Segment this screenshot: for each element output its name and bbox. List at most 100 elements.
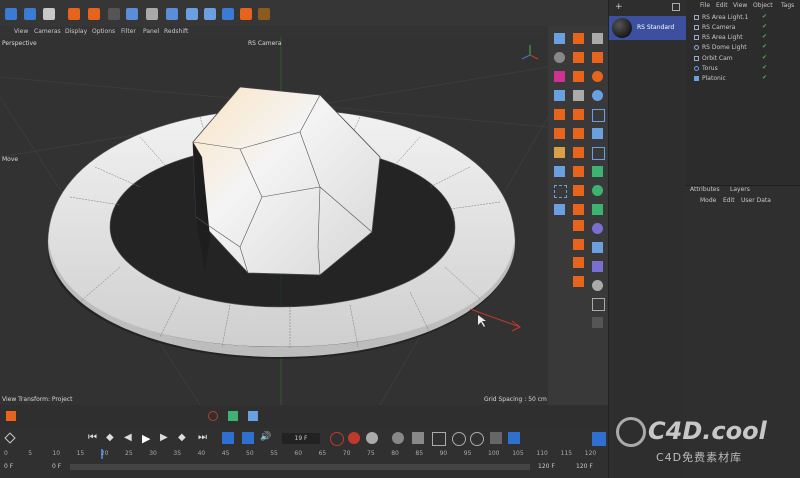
cube-icon[interactable] <box>43 8 55 20</box>
play-render-icon[interactable] <box>108 8 120 20</box>
material-icon[interactable] <box>240 8 252 20</box>
current-frame-field[interactable]: 19 F <box>282 433 320 444</box>
tools-icon[interactable] <box>146 8 158 20</box>
knife-icon[interactable] <box>592 317 603 328</box>
cone-icon[interactable] <box>554 128 565 139</box>
attr-menu-edit[interactable]: Edit <box>723 197 735 204</box>
motion-icon[interactable] <box>490 432 502 444</box>
link-icon[interactable] <box>573 239 584 250</box>
gear-icon[interactable] <box>554 109 565 120</box>
offset-frame-field[interactable]: 0 F <box>52 463 61 470</box>
check-icon[interactable]: ✔ <box>762 23 767 30</box>
object-row[interactable]: RS Area Light ✔ <box>686 33 800 43</box>
triangle-icon[interactable] <box>573 147 584 158</box>
object-row[interactable]: RS Area Light.1 ✔ <box>686 13 800 23</box>
material-swatch[interactable]: RS Standard <box>609 16 687 40</box>
autokey-button[interactable] <box>348 432 360 444</box>
om-menu-file[interactable]: File <box>700 2 710 9</box>
s-icon[interactable] <box>592 71 603 82</box>
sound-icon[interactable]: 🔊 <box>260 432 272 444</box>
next-frame-button[interactable]: ▶ <box>160 432 172 444</box>
checker-icon[interactable] <box>573 257 584 268</box>
next-key-button[interactable]: ◆ <box>178 432 190 444</box>
om-menu-view[interactable]: View <box>733 2 747 9</box>
symmetry-icon[interactable] <box>554 71 565 82</box>
brick-icon[interactable] <box>573 220 584 231</box>
render-view-icon[interactable] <box>258 8 270 20</box>
add-material-icon[interactable]: + <box>615 3 623 12</box>
3d-viewport[interactable]: Perspective RS Camera Move View Transfor… <box>0 37 548 405</box>
key-rotation-button[interactable] <box>412 432 424 444</box>
move-icon[interactable] <box>24 8 36 20</box>
sweep-icon[interactable] <box>592 223 603 234</box>
go-to-start-button[interactable]: ⏮ <box>88 432 100 444</box>
sphere-icon[interactable] <box>554 52 565 63</box>
loop-button[interactable] <box>222 432 234 444</box>
play-button[interactable]: ▶ <box>142 432 154 445</box>
key-scale-button[interactable] <box>432 432 446 446</box>
menu-panel[interactable]: Panel <box>143 28 159 35</box>
camera-label[interactable]: RS Camera <box>248 40 281 47</box>
light-icon[interactable] <box>222 8 234 20</box>
check-icon[interactable]: ✔ <box>762 33 767 40</box>
object-row[interactable]: Platonic ✔ <box>686 74 800 84</box>
key-position-button[interactable] <box>392 432 404 444</box>
bend-icon[interactable] <box>554 166 565 177</box>
fracture-icon[interactable] <box>592 204 603 215</box>
keyframe-mode-button[interactable] <box>242 432 254 444</box>
disc-icon[interactable] <box>592 90 603 101</box>
text-icon[interactable] <box>592 147 605 160</box>
boole-icon[interactable] <box>573 52 584 63</box>
menu-cameras[interactable]: Cameras <box>34 28 61 35</box>
tab-layers[interactable]: Layers <box>730 186 750 193</box>
object-row[interactable]: Torus ✔ <box>686 64 800 74</box>
p-icon[interactable] <box>228 411 238 421</box>
trash-icon[interactable] <box>672 3 680 11</box>
attr-menu-user-data[interactable]: User Data <box>741 197 771 204</box>
om-menu-tags[interactable]: Tags <box>781 2 794 9</box>
object-row[interactable]: RS Camera ✔ <box>686 23 800 33</box>
keyframe-settings-button[interactable] <box>366 432 378 444</box>
picture-viewer-icon[interactable] <box>186 8 198 20</box>
scheme-icon[interactable] <box>508 432 520 444</box>
cloner-icon[interactable] <box>592 185 603 196</box>
frame-ruler[interactable]: 0 5 10 15 20 25 30 35 40 45 50 55 60 65 70 75 80 85 90 95 10… <box>0 449 608 459</box>
check-icon[interactable]: ✔ <box>762 43 767 50</box>
live-selection-icon[interactable] <box>5 8 17 20</box>
plane-icon[interactable] <box>573 166 584 177</box>
camera-icon[interactable] <box>126 8 138 20</box>
extrude-icon[interactable] <box>573 33 584 44</box>
prev-key-button[interactable]: ◆ <box>106 432 118 444</box>
grid-array-icon[interactable] <box>554 90 565 101</box>
om-menu-object[interactable]: Object <box>753 2 773 9</box>
attr-menu-mode[interactable]: Mode <box>700 197 716 204</box>
end-frame-field[interactable]: 120 F <box>538 463 555 470</box>
key-pla-button[interactable] <box>470 432 484 446</box>
atom-icon[interactable] <box>573 90 584 101</box>
loft-icon[interactable] <box>592 242 603 253</box>
pentagon-icon[interactable] <box>573 185 584 196</box>
redshift-icon[interactable] <box>204 8 216 20</box>
check-icon[interactable]: ✔ <box>762 13 767 20</box>
prev-frame-button[interactable]: ◀ <box>124 432 136 444</box>
array-icon[interactable] <box>573 71 584 82</box>
cone-orange-icon[interactable] <box>573 276 584 287</box>
check-icon[interactable]: ✔ <box>762 64 767 71</box>
expand-icon[interactable] <box>592 33 603 44</box>
menu-redshift[interactable]: Redshift <box>164 28 188 35</box>
keyframe-icon[interactable] <box>4 432 16 444</box>
octagon-icon[interactable] <box>592 166 603 177</box>
box-icon[interactable] <box>554 147 565 158</box>
range-slider[interactable] <box>70 464 530 470</box>
polygon-icon[interactable] <box>554 204 565 215</box>
python-icon[interactable] <box>248 411 258 421</box>
landscape-icon[interactable] <box>573 204 584 215</box>
go-to-end-button[interactable]: ⏭ <box>198 432 210 444</box>
tab-attributes[interactable]: Attributes <box>690 186 720 193</box>
menu-view[interactable]: View <box>14 28 28 35</box>
object-row[interactable]: Orbit Cam ✔ <box>686 54 800 64</box>
object-row[interactable]: RS Dome Light ✔ <box>686 43 800 53</box>
menu-filter[interactable]: Filter <box>121 28 136 35</box>
mirror-icon[interactable] <box>208 411 218 421</box>
graph-icon[interactable] <box>592 432 606 446</box>
